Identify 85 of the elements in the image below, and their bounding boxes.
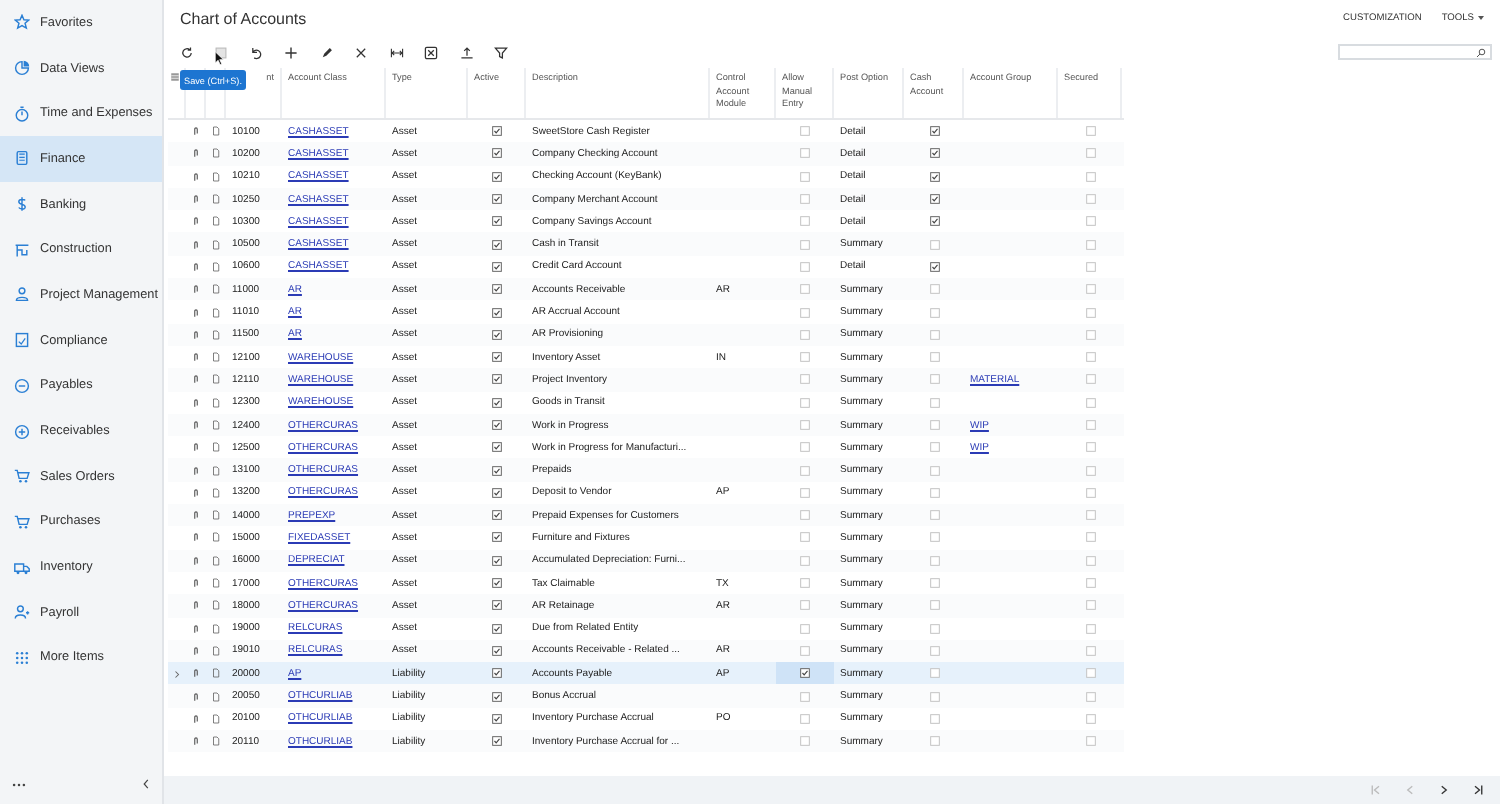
- note-icon[interactable]: [212, 442, 220, 453]
- person-icon: [14, 604, 30, 621]
- checkbox[interactable]: [492, 307, 502, 318]
- checkbox[interactable]: [929, 216, 939, 227]
- checkbox[interactable]: [492, 194, 502, 205]
- checkbox[interactable]: [492, 261, 502, 272]
- delete-icon: [354, 45, 368, 59]
- add-icon: [284, 45, 298, 59]
- note-icon[interactable]: [212, 736, 220, 747]
- attachment-icon[interactable]: [192, 397, 200, 408]
- attachment-icon[interactable]: [192, 668, 200, 679]
- column-settings-icon[interactable]: [170, 72, 180, 82]
- cart-icon: [14, 468, 30, 485]
- checkbox[interactable]: [492, 623, 502, 634]
- checkbox[interactable]: [492, 578, 502, 589]
- note-icon[interactable]: [212, 171, 220, 182]
- attachment-icon[interactable]: [192, 420, 200, 430]
- refresh-icon: [179, 45, 193, 59]
- checkbox[interactable]: [492, 352, 502, 363]
- export-icon: [424, 45, 438, 59]
- checkbox[interactable]: [492, 329, 502, 340]
- checkbox[interactable]: [492, 713, 502, 724]
- checkbox[interactable]: [492, 465, 502, 476]
- dollar-icon: [14, 196, 30, 213]
- page-title: Chart of Accounts: [180, 9, 307, 27]
- checkbox[interactable]: [492, 148, 502, 159]
- checkbox[interactable]: [929, 194, 939, 205]
- calculator-icon: [14, 150, 30, 167]
- checkbox[interactable]: [492, 216, 502, 227]
- last-page-icon[interactable]: [1472, 784, 1484, 796]
- search-icon: [1476, 47, 1486, 57]
- checkbox[interactable]: [492, 691, 502, 702]
- edit-icon: [319, 45, 333, 59]
- checkbox[interactable]: [929, 148, 939, 159]
- attachment-icon[interactable]: [192, 736, 200, 747]
- note-icon[interactable]: [212, 668, 220, 679]
- checkbox[interactable]: [492, 645, 502, 656]
- star-icon: [14, 14, 30, 31]
- checkbox[interactable]: [929, 261, 939, 272]
- fit-width-icon: [389, 45, 403, 59]
- cart-icon: [14, 513, 30, 530]
- checkbox[interactable]: [929, 171, 939, 182]
- more-icon[interactable]: [12, 781, 26, 787]
- checkbox[interactable]: [492, 555, 502, 566]
- attachment-icon[interactable]: [192, 284, 200, 295]
- grid-icon: [14, 649, 30, 666]
- cursor-icon: [214, 50, 224, 66]
- checkbox[interactable]: [492, 668, 502, 679]
- checkbox[interactable]: [492, 442, 502, 453]
- attachment-icon[interactable]: [192, 555, 200, 566]
- current-row-icon: [174, 669, 180, 679]
- checkbox[interactable]: [492, 420, 502, 430]
- attachment-icon[interactable]: [192, 442, 200, 453]
- collapse-icon[interactable]: [142, 778, 150, 790]
- note-icon[interactable]: [212, 555, 220, 566]
- checkbox[interactable]: [492, 600, 502, 611]
- checkbox[interactable]: [492, 510, 502, 521]
- filter-icon: [494, 45, 508, 59]
- checkbox[interactable]: [929, 126, 939, 137]
- stopwatch-icon: [14, 105, 30, 122]
- next-page-icon[interactable]: [1438, 784, 1450, 796]
- undo-icon: [249, 45, 263, 59]
- pie-chart-icon: [14, 60, 30, 77]
- checkbox[interactable]: [492, 239, 502, 250]
- search-field[interactable]: [1338, 44, 1492, 60]
- checkbox[interactable]: [492, 284, 502, 295]
- upload-icon: [459, 45, 473, 59]
- plus-circle-icon: [14, 423, 30, 440]
- note-icon[interactable]: [212, 397, 220, 408]
- checkbox[interactable]: [800, 668, 810, 679]
- attachment-icon[interactable]: [192, 171, 200, 182]
- note-icon[interactable]: [212, 420, 220, 430]
- document-icon: [14, 332, 30, 349]
- caret-icon: [1478, 16, 1484, 20]
- save-icon: [214, 45, 228, 59]
- note-icon[interactable]: [212, 284, 220, 295]
- checkbox[interactable]: [492, 171, 502, 182]
- checkbox[interactable]: [492, 397, 502, 408]
- truck-icon: [14, 559, 30, 576]
- checkbox[interactable]: [492, 532, 502, 543]
- minus-circle-icon: [14, 377, 30, 394]
- checkbox[interactable]: [492, 374, 502, 385]
- checkbox[interactable]: [492, 487, 502, 498]
- checkbox[interactable]: [492, 736, 502, 747]
- checkbox[interactable]: [492, 126, 502, 137]
